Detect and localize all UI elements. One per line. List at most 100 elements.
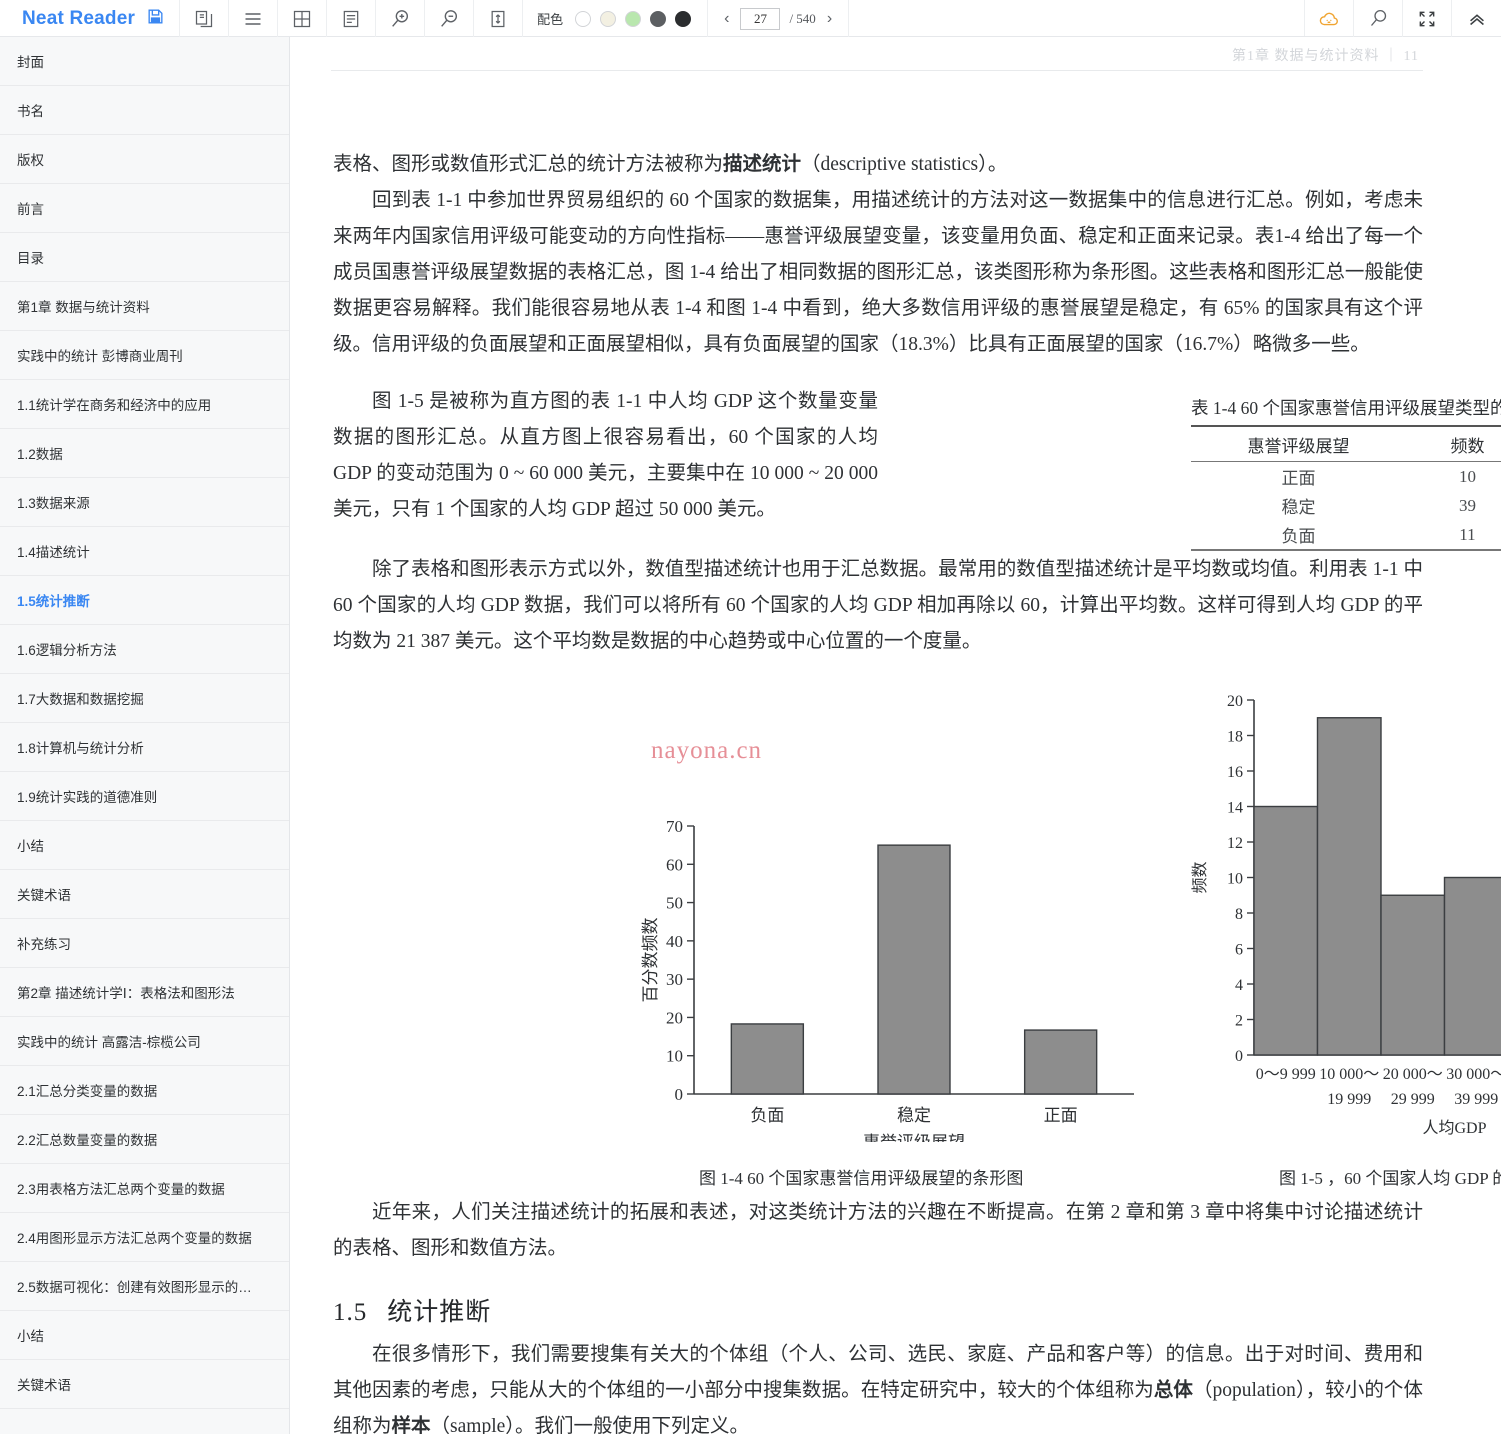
- sidebar-item-6[interactable]: 实践中的统计 彭博商业周刊: [0, 331, 289, 380]
- page-navigation: ‹ / 540 ›: [708, 0, 850, 37]
- sidebar-item-3[interactable]: 前言: [0, 184, 289, 233]
- watermark-text: nayona.cn: [651, 737, 763, 764]
- save-icon[interactable]: [146, 7, 165, 31]
- table-cell: 11: [1406, 520, 1501, 551]
- sidebar-item-23[interactable]: 2.3用表格方法汇总两个变量的数据: [0, 1164, 289, 1213]
- svg-text:8: 8: [1235, 906, 1243, 923]
- sidebar-item-22[interactable]: 2.2汇总数量变量的数据: [0, 1115, 289, 1164]
- table-cell: 负面: [1191, 520, 1407, 551]
- table-header-cell: 惠誉评级展望: [1191, 425, 1407, 462]
- book-copy-icon[interactable]: [180, 0, 230, 37]
- swatch-cream[interactable]: [600, 10, 617, 27]
- bar-chart-svg: 0 10 20 30 40 50 60 70 负面 稳定 正面惠誉评级展望 百分数频数: [641, 817, 1134, 1152]
- sidebar-item-14[interactable]: 1.8计算机与统计分析: [0, 723, 289, 772]
- header-divider: [331, 70, 1423, 71]
- table-cell: 39: [1458, 495, 1476, 515]
- svg-text:30 000～: 30 000～: [1446, 1066, 1501, 1083]
- svg-text:百分数频数: 百分数频数: [641, 918, 660, 1003]
- svg-text:6: 6: [1235, 942, 1243, 959]
- color-theme-picker[interactable]: 配色: [523, 0, 709, 37]
- sidebar-item-label: 1.8计算机与统计分析: [17, 741, 144, 756]
- page-number-input[interactable]: [740, 7, 781, 30]
- prev-page-button[interactable]: ‹: [722, 10, 731, 27]
- svg-text:10: 10: [666, 1047, 683, 1066]
- sidebar-item-0[interactable]: 封面: [0, 37, 289, 86]
- sidebar-item-label: 实践中的统计 彭博商业周刊: [17, 349, 183, 364]
- sidebar-item-4[interactable]: 目录: [0, 233, 289, 282]
- section-title: 统计推断: [387, 1298, 492, 1326]
- sidebar-item-26[interactable]: 小结: [0, 1311, 289, 1360]
- sidebar-item-label: 关键术语: [17, 1378, 71, 1393]
- line-height-icon[interactable]: [474, 0, 524, 37]
- sidebar-item-12[interactable]: 1.6逻辑分析方法: [0, 625, 289, 674]
- swatch-gray[interactable]: [650, 10, 667, 27]
- menu-icon[interactable]: [229, 0, 279, 37]
- table-row: 负面1118. 3: [1191, 520, 1501, 551]
- zoom-out-icon[interactable]: [425, 0, 475, 37]
- sidebar-item-1[interactable]: 书名: [0, 86, 289, 135]
- text-layout-icon[interactable]: [327, 0, 377, 37]
- sidebar-item-8[interactable]: 1.2数据: [0, 429, 289, 478]
- svg-text:2: 2: [1235, 1013, 1243, 1030]
- svg-text:0: 0: [1235, 1048, 1243, 1065]
- swatch-green[interactable]: [625, 10, 642, 27]
- svg-text:10: 10: [1227, 871, 1243, 888]
- svg-text:14: 14: [1227, 800, 1243, 817]
- paragraph-5: 近年来，人们关注描述统计的拓展和表述，对这类统计方法的兴趣在不断提高。在第 2 …: [333, 1202, 1423, 1259]
- sidebar-item-24[interactable]: 2.4用图形显示方法汇总两个变量的数据: [0, 1213, 289, 1262]
- sidebar-item-label: 1.6逻辑分析方法: [17, 643, 117, 658]
- sidebar-item-16[interactable]: 小结: [0, 821, 289, 870]
- sidebar-item-15[interactable]: 1.9统计实践的道德准则: [0, 772, 289, 821]
- collapse-toolbar-icon[interactable]: [1452, 0, 1501, 37]
- svg-text:39 999: 39 999: [1454, 1091, 1498, 1108]
- zoom-in-icon[interactable]: [376, 0, 426, 37]
- sidebar-item-label: 1.3数据来源: [17, 496, 90, 511]
- sidebar-item-label: 2.4用图形显示方法汇总两个变量的数据: [17, 1231, 252, 1246]
- table-of-contents-sidebar[interactable]: 封面书名版权前言目录第1章 数据与统计资料实践中的统计 彭博商业周刊 1.1统计学…: [0, 37, 290, 1434]
- sidebar-item-17[interactable]: 关键术语: [0, 870, 289, 919]
- table-body: 正面1016. 7稳定3965. 0负面1118. 3: [1191, 462, 1501, 551]
- sidebar-item-27[interactable]: 关键术语: [0, 1360, 289, 1409]
- fullscreen-icon[interactable]: [1403, 0, 1452, 37]
- table-header-cell: 频数: [1406, 425, 1501, 462]
- sidebar-item-label: 书名: [17, 104, 44, 119]
- sidebar-item-7[interactable]: 1.1统计学在商务和经济中的应用: [0, 380, 289, 429]
- next-page-button[interactable]: ›: [825, 10, 834, 27]
- sidebar-item-label: 1.4描述统计: [17, 545, 90, 560]
- sidebar-item-label: 1.9统计实践的道德准则: [17, 790, 158, 805]
- total-pages-label: / 540: [789, 10, 816, 26]
- svg-text:0～9 999: 0～9 999: [1256, 1066, 1316, 1083]
- search-icon[interactable]: [1354, 0, 1403, 37]
- sidebar-item-2[interactable]: 版权: [0, 135, 289, 184]
- sidebar-item-10[interactable]: 1.4描述统计: [0, 527, 289, 576]
- sidebar-item-9[interactable]: 1.3数据来源: [0, 478, 289, 527]
- paragraph-1: 表格、图形或数值形式汇总的统计方法被称为描述统计（descriptive sta…: [333, 154, 1008, 175]
- sidebar-item-5[interactable]: 第1章 数据与统计资料: [0, 282, 289, 331]
- svg-text:29 999: 29 999: [1391, 1091, 1435, 1108]
- swatch-black[interactable]: [675, 10, 692, 27]
- svg-text:10 000～: 10 000～: [1319, 1066, 1379, 1083]
- brand-area: Neat Reader: [0, 0, 181, 37]
- svg-text:60: 60: [666, 855, 683, 874]
- sidebar-item-13[interactable]: 1.7大数据和数据挖掘: [0, 674, 289, 723]
- sidebar-item-label: 前言: [17, 202, 44, 217]
- swatch-white[interactable]: [575, 10, 592, 27]
- sidebar-item-label: 2.5数据可视化：创建有效图形显示的…: [17, 1280, 252, 1295]
- sidebar-item-11[interactable]: 1.5统计推断: [0, 576, 289, 625]
- reader-page-view[interactable]: 第1章 数据与统计资料 ｜ 11 表格、图形或数值形式汇总的统计方法被称为描述统…: [291, 37, 1501, 1434]
- sidebar-item-25[interactable]: 2.5数据可视化：创建有效图形显示的…: [0, 1262, 289, 1311]
- table-cell: 10: [1458, 466, 1476, 486]
- sidebar-item-19[interactable]: 第2章 描述统计学Ⅰ：表格法和图形法: [0, 968, 289, 1017]
- sidebar-item-21[interactable]: 2.1汇总分类变量的数据: [0, 1066, 289, 1115]
- svg-text:20: 20: [1227, 693, 1243, 710]
- grid-layout-icon[interactable]: [278, 0, 328, 37]
- sidebar-item-label: 目录: [17, 251, 44, 266]
- sidebar-item-20[interactable]: 实践中的统计 高露洁-棕榄公司: [0, 1017, 289, 1066]
- paragraph-block-1: 表格、图形或数值形式汇总的统计方法被称为描述统计（descriptive sta…: [333, 147, 1423, 363]
- sidebar-item-label: 1.7大数据和数据挖掘: [17, 692, 144, 707]
- sidebar-item-label: 实践中的统计 高露洁-棕榄公司: [17, 1035, 201, 1050]
- app-toolbar: Neat Reader 配色 ‹ 27 / 540 ›: [0, 0, 1501, 37]
- sidebar-item-label: 封面: [17, 55, 44, 70]
- cloud-sync-icon[interactable]: [1305, 0, 1354, 37]
- sidebar-item-18[interactable]: 补充练习: [0, 919, 289, 968]
